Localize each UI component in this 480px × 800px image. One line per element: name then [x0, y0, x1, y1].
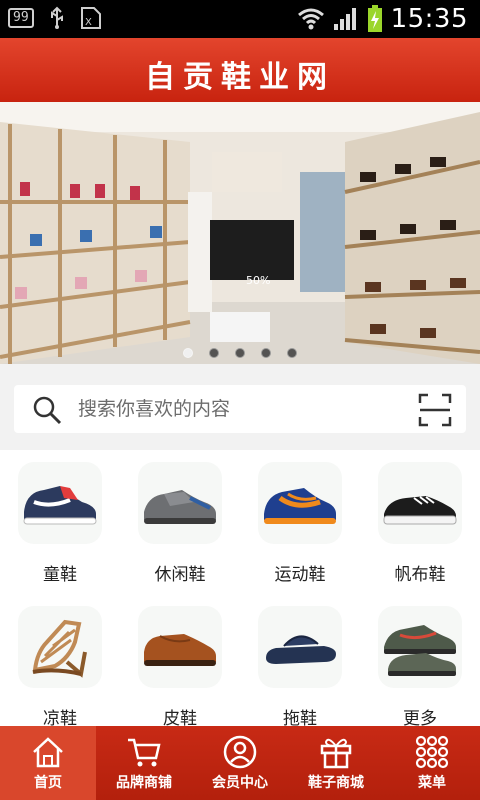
slipper-icon: [258, 606, 342, 688]
carousel-dot[interactable]: [261, 348, 271, 358]
notification-count-badge: 99: [8, 8, 34, 28]
category-casual-shoes[interactable]: 休闲鞋: [120, 450, 240, 590]
nav-label: 首页: [34, 775, 62, 791]
nav-menu[interactable]: 菜单: [384, 726, 480, 800]
nav-brand-shops[interactable]: 品牌商铺: [96, 726, 192, 800]
category-slippers[interactable]: 拖鞋: [240, 594, 360, 734]
category-kids-shoes[interactable]: 童鞋: [0, 450, 120, 590]
hiking-shoe-icon: [378, 606, 462, 688]
sandal-icon: [18, 606, 102, 688]
grid-icon: [415, 735, 449, 769]
scan-icon[interactable]: [418, 393, 452, 427]
nav-label: 会员中心: [212, 775, 268, 791]
category-leather-shoes[interactable]: 皮鞋: [120, 594, 240, 734]
kids-sneaker-icon: [18, 462, 102, 544]
leather-shoe-icon: [138, 606, 222, 688]
search-section: [0, 364, 480, 450]
carousel-dot[interactable]: [183, 348, 193, 358]
user-icon: [223, 735, 257, 769]
category-grid: 童鞋 休闲鞋 运动鞋 帆布鞋 凉鞋 皮鞋 拖鞋 更多: [0, 450, 480, 729]
category-label: 童鞋: [43, 565, 77, 585]
category-sandals[interactable]: 凉鞋: [0, 594, 120, 734]
nav-home[interactable]: 首页: [0, 726, 96, 800]
clock: 15:35: [390, 4, 468, 34]
canvas-shoe-icon: [378, 462, 462, 544]
carousel-dots: [0, 348, 480, 358]
app-title: 自贡鞋业网: [145, 60, 335, 95]
nav-member-center[interactable]: 会员中心: [192, 726, 288, 800]
cart-icon: [128, 738, 161, 767]
gift-icon: [320, 738, 352, 769]
running-shoe-icon: [258, 462, 342, 544]
sim-card-icon: X: [80, 7, 101, 29]
nav-shoe-mall[interactable]: 鞋子商城: [288, 726, 384, 800]
category-label: 帆布鞋: [394, 565, 446, 585]
banner-sale-tag: 50%: [246, 274, 271, 287]
search-box[interactable]: [14, 385, 466, 433]
home-icon: [33, 737, 63, 768]
app-header: 自贡鞋业网: [0, 38, 480, 102]
category-sports-shoes[interactable]: 运动鞋: [240, 450, 360, 590]
category-canvas-shoes[interactable]: 帆布鞋: [360, 450, 480, 590]
bottom-nav: 首页 品牌商铺 会员中心 鞋子商城 菜单: [0, 726, 480, 800]
status-bar: 99 X 15:35: [0, 0, 480, 38]
carousel-dot[interactable]: [287, 348, 297, 358]
nav-label: 菜单: [418, 775, 446, 791]
svg-text:X: X: [85, 17, 92, 28]
casual-shoe-icon: [138, 462, 222, 544]
category-more[interactable]: 更多: [360, 594, 480, 734]
banner-image: [0, 102, 480, 364]
search-icon[interactable]: [32, 395, 62, 425]
carousel-dot[interactable]: [209, 348, 219, 358]
category-label: 运动鞋: [274, 565, 326, 585]
signal-icon: [333, 8, 356, 30]
search-input[interactable]: [78, 385, 398, 433]
battery-charging-icon: [367, 5, 382, 32]
carousel-dot[interactable]: [235, 348, 245, 358]
usb-icon: [50, 6, 63, 29]
nav-label: 品牌商铺: [116, 775, 172, 791]
category-label: 休闲鞋: [154, 565, 206, 585]
banner-carousel[interactable]: 50%: [0, 102, 480, 364]
wifi-icon: [297, 8, 324, 30]
nav-label: 鞋子商城: [308, 775, 364, 791]
